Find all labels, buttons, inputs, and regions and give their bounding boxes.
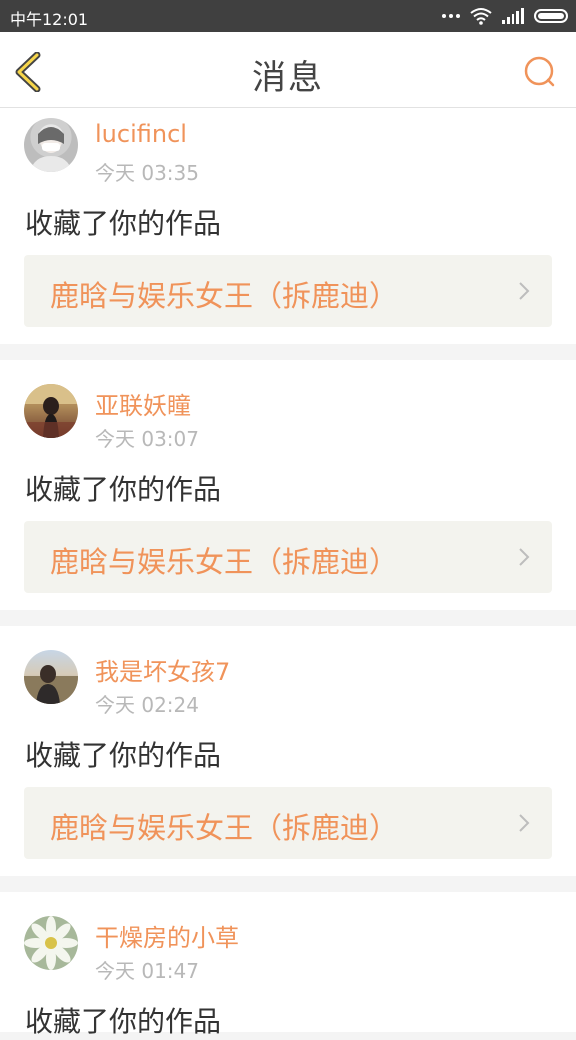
search-icon[interactable]	[522, 54, 558, 90]
status-icons	[442, 6, 568, 26]
more-dots-icon	[442, 14, 460, 18]
timestamp: 今天 01:47	[95, 959, 199, 983]
avatar[interactable]	[24, 118, 78, 172]
timestamp: 今天 03:07	[95, 427, 199, 451]
wifi-icon	[470, 8, 492, 25]
page-title: 消息	[252, 58, 324, 98]
username[interactable]: 亚联妖瞳	[95, 386, 191, 421]
notification-item: 干燥房的小草 今天 01:47 收藏了你的作品	[0, 892, 576, 1038]
work-title: 鹿晗与娱乐女王（拆鹿迪）	[50, 545, 399, 579]
work-title: 鹿晗与娱乐女王（拆鹿迪）	[50, 811, 399, 845]
avatar[interactable]	[24, 916, 78, 970]
action-text: 收藏了你的作品	[25, 473, 222, 506]
username[interactable]: 我是坏女孩7	[95, 652, 230, 687]
chevron-right-icon	[519, 282, 530, 300]
timestamp: 今天 03:35	[95, 161, 199, 185]
top-bar: 消息	[0, 32, 576, 108]
username[interactable]: 干燥房的小草	[95, 918, 239, 953]
work-link[interactable]: 鹿晗与娱乐女王（拆鹿迪）	[24, 787, 552, 859]
chevron-right-icon	[519, 548, 530, 566]
avatar[interactable]	[24, 384, 78, 438]
signal-icon	[502, 8, 524, 24]
avatar[interactable]	[24, 650, 78, 704]
chevron-right-icon	[519, 814, 530, 832]
action-text: 收藏了你的作品	[25, 739, 222, 772]
username[interactable]: lucifincl	[95, 120, 187, 148]
status-bar: 中午12:01	[0, 0, 576, 32]
timestamp: 今天 02:24	[95, 693, 199, 717]
work-title: 鹿晗与娱乐女王（拆鹿迪）	[50, 279, 399, 313]
notification-item: 我是坏女孩7 今天 02:24 收藏了你的作品 鹿晗与娱乐女王（拆鹿迪）	[0, 626, 576, 876]
work-link[interactable]: 鹿晗与娱乐女王（拆鹿迪）	[24, 255, 552, 327]
action-text: 收藏了你的作品	[25, 207, 222, 240]
notification-item: lucifincl 今天 03:35 收藏了你的作品 鹿晗与娱乐女王（拆鹿迪）	[0, 108, 576, 344]
status-time: 中午12:01	[10, 10, 89, 29]
action-text: 收藏了你的作品	[25, 1005, 222, 1038]
battery-icon	[534, 9, 568, 23]
notification-item: 亚联妖瞳 今天 03:07 收藏了你的作品 鹿晗与娱乐女王（拆鹿迪）	[0, 360, 576, 610]
work-link[interactable]: 鹿晗与娱乐女王（拆鹿迪）	[24, 521, 552, 593]
